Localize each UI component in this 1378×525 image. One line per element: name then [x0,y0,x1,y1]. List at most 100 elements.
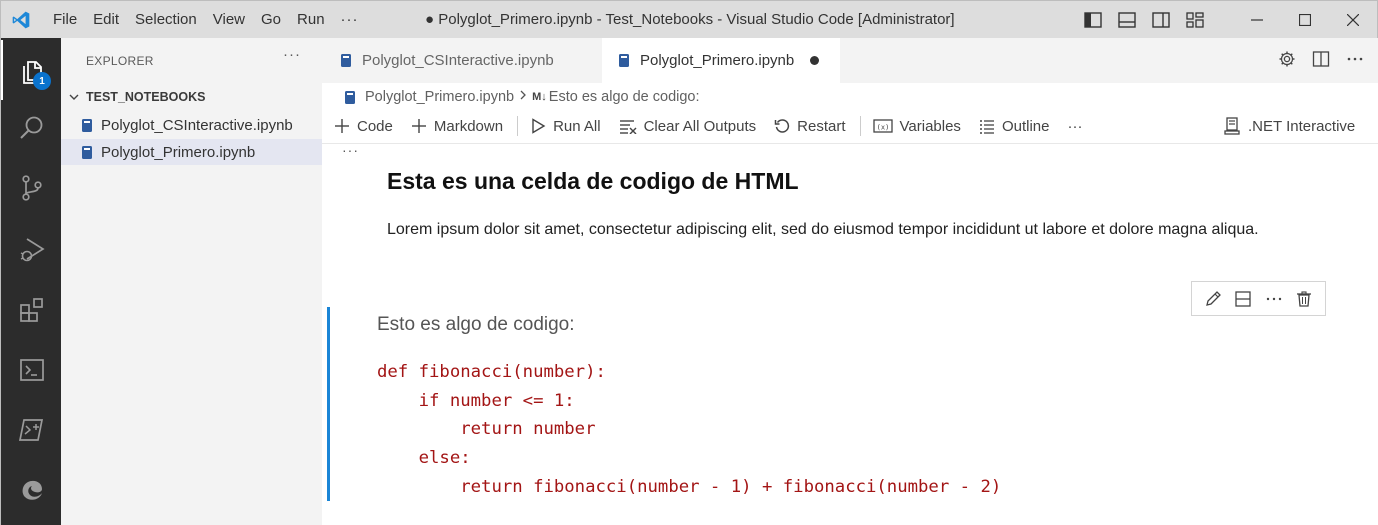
edge-icon [22,480,42,500]
customize-layout-icon[interactable] [1185,10,1205,30]
editor-tab-bar: Polyglot_CSInteractive.ipynb Polyglot_Pr… [322,38,1378,83]
tab-csinteractive[interactable]: Polyglot_CSInteractive.ipynb [324,38,602,83]
activity-terminal[interactable] [1,340,62,400]
source-control-icon [21,175,42,201]
add-code-cell-button[interactable]: Code [334,118,393,135]
variables-button[interactable]: (x) Variables [872,117,961,135]
add-markdown-cell-button[interactable]: Markdown [411,118,503,135]
edit-pencil-icon[interactable] [1204,290,1222,308]
explorer-more-button[interactable]: ··· [283,46,301,63]
explorer-badge: 1 [33,72,51,90]
cell-collapsed-dots[interactable]: ··· [342,142,359,158]
close-icon[interactable] [1329,1,1377,39]
restart-label: Restart [797,117,846,135]
menu-view[interactable]: View [205,1,253,39]
split-editor-icon[interactable] [1312,50,1330,71]
toolbar-more-button[interactable]: ··· [1067,118,1082,135]
activity-polyglot[interactable] [1,400,62,460]
variables-label: Variables [899,117,961,135]
toolbar-border [322,143,1378,144]
vscode-logo-icon [3,1,39,39]
file-label: Polyglot_CSInteractive.ipynb [101,116,293,134]
cell-more-icon[interactable] [1265,290,1283,308]
toolbar-divider [859,116,861,136]
play-icon [530,118,546,134]
outline-label: Outline [1001,117,1050,135]
terminal-icon [19,359,44,381]
notebook-file-icon [340,53,352,68]
code-line: return number [377,419,596,440]
menu-go[interactable]: Go [253,1,289,39]
activity-run-debug[interactable] [1,220,62,280]
toggle-primary-sidebar-icon[interactable] [1083,10,1103,30]
svg-text:(x): (x) [876,124,889,132]
polyglot-icon [18,419,43,441]
tab-label: Polyglot_CSInteractive.ipynb [362,52,554,69]
toggle-secondary-sidebar-icon[interactable] [1151,10,1171,30]
breadcrumb-file[interactable]: Polyglot_Primero.ipynb [365,89,514,105]
chevron-down-icon [69,94,79,100]
folder-test-notebooks[interactable]: TEST_NOTEBOOKS [61,86,322,108]
activity-source-control[interactable] [1,158,62,218]
layout-controls [1083,10,1205,30]
variables-icon: (x) [872,118,893,134]
selected-cell-indicator [327,307,330,501]
markdown-cell-code-label: Esto es algo de codigo: [377,314,575,335]
explorer-title: EXPLORER [86,54,154,68]
plus-icon [411,118,427,134]
notebook-file-icon [81,145,93,160]
tab-primero[interactable]: Polyglot_Primero.ipynb [602,38,840,83]
kernel-picker[interactable]: .NET Interactive [1224,113,1355,139]
clear-all-outputs-button[interactable]: Clear All Outputs [619,118,756,135]
clear-all-icon [619,118,637,134]
toggle-panel-icon[interactable] [1117,10,1137,30]
code-block[interactable]: def fibonacci(number): if number <= 1: r… [377,358,1001,502]
breadcrumb-section[interactable]: Esto es algo de codigo: [549,89,700,105]
activity-search[interactable] [1,98,62,158]
kernel-label: .NET Interactive [1248,117,1356,135]
chevron-right-icon [519,89,527,105]
extensions-icon [19,298,43,322]
file-item-primero[interactable]: Polyglot_Primero.ipynb [61,139,322,165]
code-line: def fibonacci(number): [377,362,606,382]
menu-edit[interactable]: Edit [85,1,127,39]
cell-toolbar [1191,281,1326,316]
maximize-icon[interactable] [1281,1,1329,39]
restart-kernel-button[interactable]: Restart [774,117,846,135]
plus-icon [334,118,350,134]
file-item-csinteractive[interactable]: Polyglot_CSInteractive.ipynb [61,112,322,138]
notebook-file-icon [344,90,356,105]
folder-label: TEST_NOTEBOOKS [86,90,206,104]
activity-extensions[interactable] [1,280,62,340]
run-debug-icon [20,238,45,262]
markdown-cell-heading: Esta es una celda de codigo de HTML [387,168,799,194]
activity-edge-devtools[interactable] [1,460,62,520]
toolbar-divider [517,116,519,136]
menu-file[interactable]: File [45,1,85,39]
explorer-sidebar: EXPLORER ··· TEST_NOTEBOOKS Polyglot_CSI… [61,38,322,525]
window-controls [1233,1,1377,39]
activity-explorer[interactable]: 1 [1,40,62,100]
title-bar: File Edit Selection View Go Run ··· ● Po… [0,0,1378,38]
run-all-label: Run All [553,117,601,135]
editor-actions [1278,50,1364,71]
unsaved-dot-icon[interactable] [810,56,820,65]
menu-more[interactable]: ··· [333,1,367,39]
settings-gear-icon[interactable] [1278,50,1296,71]
kernel-icon [1224,117,1240,135]
outline-button[interactable]: Outline [979,117,1050,135]
split-cell-icon[interactable] [1234,290,1252,308]
tab-label: Polyglot_Primero.ipynb [640,52,795,69]
breadcrumb: Polyglot_Primero.ipynb M↓ Esto es algo d… [344,86,700,108]
restart-icon [774,118,790,134]
menu-selection[interactable]: Selection [127,1,205,39]
code-line: if number <= 1: [377,390,575,411]
minimize-icon[interactable] [1233,1,1281,39]
delete-trash-icon[interactable] [1295,290,1313,308]
notebook-file-icon [81,118,93,133]
window-title: ● Polyglot_Primero.ipynb - Test_Notebook… [425,11,955,28]
menu-run[interactable]: Run [289,1,333,39]
notebook-toolbar: Code Markdown Run All Clear All Outputs … [334,113,1100,139]
run-all-button[interactable]: Run All [530,118,601,135]
more-actions-icon[interactable] [1346,50,1364,71]
